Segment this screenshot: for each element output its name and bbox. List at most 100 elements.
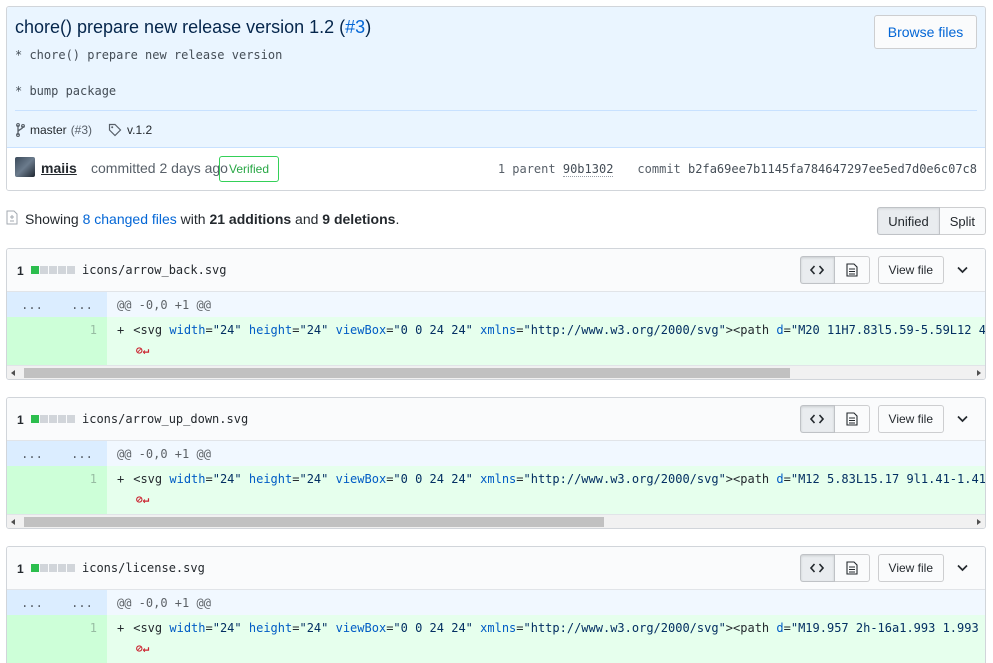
file-diff: 1 icons/arrow_back.svg View file ... ...… xyxy=(6,248,986,380)
file-diff: 1 icons/license.svg View file ... ... @@… xyxy=(6,546,986,663)
no-newline-icon: ⊘↵ xyxy=(136,642,150,655)
code-line: + <svg width="24" height="24" viewBox="0 … xyxy=(107,615,985,663)
view-file-button[interactable]: View file xyxy=(877,405,944,433)
unified-button[interactable]: Unified xyxy=(877,207,940,235)
collapse-button[interactable] xyxy=(954,262,970,278)
parent-sha-link[interactable]: 90b1302 xyxy=(562,162,614,177)
file-header: 1 icons/arrow_back.svg View file xyxy=(7,249,985,292)
scrollbar-thumb[interactable] xyxy=(24,368,790,378)
commit-summary: chore() prepare new release version 1.2 … xyxy=(7,7,985,148)
line-number-new[interactable]: 1 xyxy=(57,317,107,365)
hunk-header-row: ... ... @@ -0,0 +1 @@ xyxy=(7,441,985,466)
source-diff-button[interactable] xyxy=(799,405,835,433)
file-header: 1 icons/arrow_up_down.svg View file xyxy=(7,398,985,441)
file-name-link[interactable]: icons/license.svg xyxy=(82,561,205,575)
file-change-count: 1 xyxy=(17,562,24,576)
display-toggle xyxy=(799,405,870,433)
file-name-link[interactable]: icons/arrow_up_down.svg xyxy=(82,412,248,426)
diff-toolbar: Showing 8 changed files with 21 addition… xyxy=(6,207,986,235)
file-icon xyxy=(845,263,858,277)
deletions-count: 9 deletions xyxy=(322,211,396,227)
divider xyxy=(15,110,977,111)
hunk-expander-new[interactable]: ... xyxy=(57,441,107,466)
line-number-old xyxy=(7,466,57,514)
diff-summary: Showing 8 changed files with 21 addition… xyxy=(25,211,400,227)
added-line-row: 1 + <svg width="24" height="24" viewBox="… xyxy=(7,615,985,663)
branch-tag-row: master (#3) v.1.2 xyxy=(15,123,152,137)
hunk-header-row: ... ... @@ -0,0 +1 @@ xyxy=(7,292,985,317)
line-number-new[interactable]: 1 xyxy=(57,466,107,514)
browse-files-button[interactable]: Browse files xyxy=(874,15,977,49)
hunk-header: @@ -0,0 +1 @@ xyxy=(107,441,985,466)
parent-label: 1 parent 90b1302 xyxy=(497,162,614,177)
commit-description-line: * bump package xyxy=(15,84,117,98)
verified-badge[interactable]: Verified xyxy=(219,156,280,182)
diffstat xyxy=(31,266,75,274)
chevron-down-icon xyxy=(956,564,968,572)
file-actions: View file xyxy=(799,405,975,433)
line-number-old xyxy=(7,317,57,365)
hunk-expander-old[interactable]: ... xyxy=(7,441,57,466)
diff-view-toggle: Unified Split xyxy=(877,207,986,235)
avatar[interactable] xyxy=(15,157,35,177)
parent-info: 1 parent 90b1302 commit b2fa69ee7b1145fa… xyxy=(497,162,977,177)
chevron-down-icon xyxy=(956,266,968,274)
code-line: + <svg width="24" height="24" viewBox="0 … xyxy=(107,317,985,365)
scroll-left-icon[interactable] xyxy=(11,370,15,376)
view-file-button[interactable]: View file xyxy=(877,256,944,284)
hunk-header: @@ -0,0 +1 @@ xyxy=(107,590,985,615)
scroll-left-icon[interactable] xyxy=(11,519,15,525)
file-change-count: 1 xyxy=(17,264,24,278)
changed-files-link[interactable]: 8 changed files xyxy=(83,211,177,227)
file-change-count: 1 xyxy=(17,413,24,427)
horizontal-scrollbar[interactable] xyxy=(7,514,985,528)
code-icon xyxy=(810,563,825,573)
hunk-header: @@ -0,0 +1 @@ xyxy=(107,292,985,317)
file-name-link[interactable]: icons/arrow_back.svg xyxy=(82,263,227,277)
view-file-button[interactable]: View file xyxy=(877,554,944,582)
line-number-old xyxy=(7,615,57,663)
no-newline-icon: ⊘↵ xyxy=(136,493,150,506)
hunk-expander-new[interactable]: ... xyxy=(57,292,107,317)
author-link[interactable]: maiis xyxy=(41,160,77,176)
tag-icon xyxy=(108,123,122,137)
code-icon xyxy=(810,414,825,424)
added-line-row: 1 + <svg width="24" height="24" viewBox="… xyxy=(7,317,985,365)
rich-diff-button[interactable] xyxy=(834,256,870,284)
collapse-button[interactable] xyxy=(954,560,970,576)
display-toggle xyxy=(799,256,870,284)
committed-time: committed 2 days ago xyxy=(91,160,228,176)
code-icon xyxy=(810,265,825,275)
scroll-right-icon[interactable] xyxy=(977,519,981,525)
collapse-button[interactable] xyxy=(954,411,970,427)
scrollbar-thumb[interactable] xyxy=(24,517,604,527)
split-button[interactable]: Split xyxy=(939,207,986,235)
branch-link[interactable]: master xyxy=(30,123,67,137)
commit-pr-link[interactable]: #3 xyxy=(345,17,365,37)
additions-count: 21 additions xyxy=(209,211,292,227)
hunk-expander-old[interactable]: ... xyxy=(7,292,57,317)
rich-diff-button[interactable] xyxy=(834,554,870,582)
tag-link[interactable]: v.1.2 xyxy=(127,123,152,137)
code-line: + <svg width="24" height="24" viewBox="0 … xyxy=(107,466,985,514)
source-diff-button[interactable] xyxy=(799,554,835,582)
hunk-expander-new[interactable]: ... xyxy=(57,590,107,615)
file-diff: 1 icons/arrow_up_down.svg View file ... … xyxy=(6,397,986,529)
diff-icon xyxy=(6,210,18,225)
file-icon xyxy=(845,561,858,575)
commit-header: chore() prepare new release version 1.2 … xyxy=(6,6,986,191)
source-diff-button[interactable] xyxy=(799,256,835,284)
horizontal-scrollbar[interactable] xyxy=(7,365,985,379)
rich-diff-button[interactable] xyxy=(834,405,870,433)
scroll-right-icon[interactable] xyxy=(977,370,981,376)
line-number-new[interactable]: 1 xyxy=(57,615,107,663)
commit-meta: maiis committed 2 days ago Verified 1 pa… xyxy=(7,148,985,190)
chevron-down-icon xyxy=(956,415,968,423)
no-newline-icon: ⊘↵ xyxy=(136,344,150,357)
commit-description-line: * chore() prepare new release version xyxy=(15,48,283,62)
commit-title-close: ) xyxy=(365,17,372,37)
file-header: 1 icons/license.svg View file xyxy=(7,547,985,590)
file-actions: View file xyxy=(799,554,975,582)
diffstat xyxy=(31,564,75,572)
hunk-expander-old[interactable]: ... xyxy=(7,590,57,615)
